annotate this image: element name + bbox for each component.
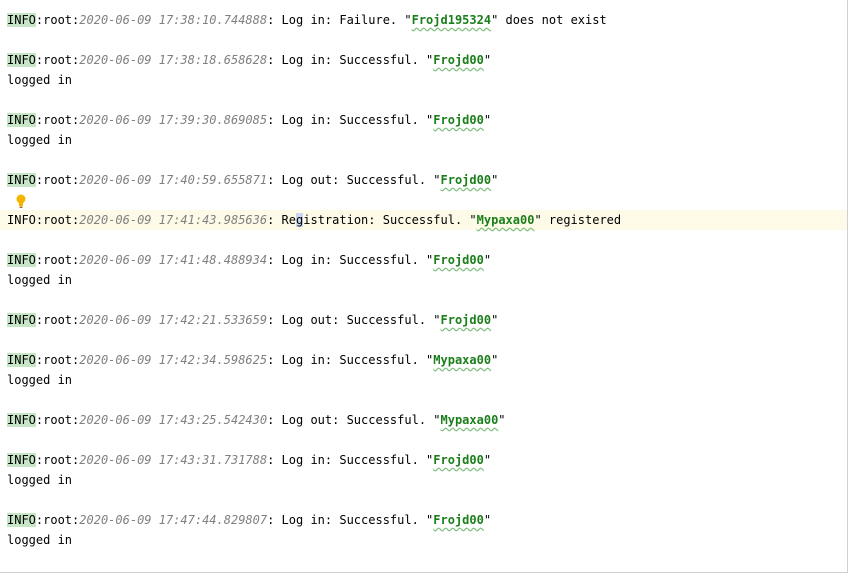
- extra-text: logged in: [7, 273, 73, 287]
- username: Frojd00: [433, 53, 484, 67]
- message-text: " does not exist: [491, 13, 607, 27]
- extra-text: logged in: [7, 373, 73, 387]
- username: Frojd00: [433, 253, 484, 267]
- log-line[interactable]: INFO:root:2020-06-09 17:43:25.542430: Lo…: [0, 410, 847, 430]
- message-text: : Log in: Successful. ": [267, 353, 434, 367]
- logger-name: :root:: [35, 453, 80, 467]
- extra-text: logged in: [7, 473, 73, 487]
- log-level: INFO: [7, 453, 36, 467]
- message-text: : Log in: Successful. ": [267, 453, 434, 467]
- extra-text: logged in: [7, 73, 73, 87]
- message-text: : Log in: Successful. ": [267, 513, 434, 527]
- timestamp: 2020-06-09 17:43:31.731788: [79, 453, 268, 467]
- timestamp: 2020-06-09 17:42:34.598625: [79, 353, 268, 367]
- log-line-continuation[interactable]: logged in: [0, 270, 847, 290]
- message-text: : Log out: Successful. ": [267, 413, 441, 427]
- log-level: INFO: [7, 213, 36, 227]
- timestamp: 2020-06-09 17:38:10.744888: [79, 13, 268, 27]
- timestamp: 2020-06-09 17:41:43.985636: [79, 213, 268, 227]
- message-text: : Re: [267, 213, 297, 227]
- log-level: INFO: [7, 353, 36, 367]
- log-line-continuation[interactable]: logged in: [0, 130, 847, 150]
- log-line[interactable]: INFO:root:2020-06-09 17:41:48.488934: Lo…: [0, 250, 847, 270]
- message-text: : Log out: Successful. ": [267, 313, 441, 327]
- log-level: INFO: [7, 113, 36, 127]
- log-line[interactable]: INFO:root:2020-06-09 17:42:34.598625: Lo…: [0, 350, 847, 370]
- message-text: ": [483, 53, 492, 67]
- message-text: ": [491, 353, 499, 367]
- message-text: : Log in: Successful. ": [267, 53, 434, 67]
- message-text: ": [498, 413, 506, 427]
- username: Frojd195324: [411, 13, 492, 27]
- log-line-continuation[interactable]: logged in: [0, 370, 847, 390]
- username: Mypaxa00: [433, 353, 492, 367]
- logger-name: :root:: [35, 413, 80, 427]
- log-level: INFO: [7, 413, 36, 427]
- timestamp: 2020-06-09 17:40:59.655871: [79, 173, 268, 187]
- username: Frojd00: [440, 173, 492, 187]
- timestamp: 2020-06-09 17:38:18.658628: [79, 53, 268, 67]
- message-text: ": [483, 453, 492, 467]
- log-line[interactable]: INFO:root:2020-06-09 17:39:30.869085: Lo…: [0, 110, 847, 130]
- message-text: : Log in: Successful. ": [267, 253, 434, 267]
- timestamp: 2020-06-09 17:41:48.488934: [79, 253, 268, 267]
- extra-text: logged in: [7, 133, 73, 147]
- logger-name: :root:: [35, 53, 80, 67]
- timestamp: 2020-06-09 17:43:25.542430: [79, 413, 268, 427]
- log-line[interactable]: INFO:root:2020-06-09 17:43:31.731788: Lo…: [0, 450, 847, 470]
- extra-text: logged in: [7, 533, 73, 547]
- message-text: " registered: [534, 213, 622, 227]
- log-level: INFO: [7, 313, 36, 327]
- logger-name: :root:: [35, 173, 80, 187]
- timestamp: 2020-06-09 17:42:21.533659: [79, 313, 268, 327]
- logger-name: :root:: [35, 353, 80, 367]
- timestamp: 2020-06-09 17:47:44.829807: [79, 513, 268, 527]
- log-line[interactable]: INFO:root:2020-06-09 17:47:44.829807: Lo…: [0, 510, 847, 530]
- username: Frojd00: [433, 513, 484, 527]
- log-level: INFO: [7, 53, 36, 67]
- message-text: ": [483, 253, 492, 267]
- username: Frojd00: [433, 113, 484, 127]
- log-line-continuation[interactable]: logged in: [0, 530, 847, 550]
- logger-name: :root:: [35, 313, 80, 327]
- username: Mypaxa00: [440, 413, 499, 427]
- username: Frojd00: [440, 313, 492, 327]
- logger-name: :root:: [35, 213, 80, 227]
- logger-name: :root:: [35, 513, 80, 527]
- logger-name: :root:: [35, 253, 80, 267]
- log-level: INFO: [7, 513, 36, 527]
- lightbulb-icon[interactable]: [13, 193, 29, 209]
- log-line-current[interactable]: INFO:root:2020-06-09 17:41:43.985636: Re…: [0, 210, 847, 230]
- timestamp: 2020-06-09 17:39:30.869085: [79, 113, 268, 127]
- log-level: INFO: [7, 253, 36, 267]
- message-text: ": [483, 113, 492, 127]
- message-text: ": [491, 313, 499, 327]
- username: Mypaxa00: [476, 213, 535, 227]
- log-line[interactable]: INFO:root:2020-06-09 17:38:18.658628: Lo…: [0, 50, 847, 70]
- log-editor[interactable]: INFO:root:2020-06-09 17:38:10.744888: Lo…: [0, 0, 848, 573]
- message-text: : Log out: Successful. ": [267, 173, 441, 187]
- logger-name: :root:: [35, 13, 80, 27]
- log-line[interactable]: INFO:root:2020-06-09 17:38:10.744888: Lo…: [0, 10, 847, 30]
- message-text: : Log in: Failure. ": [267, 13, 412, 27]
- message-text: istration: Successful. ": [303, 213, 477, 227]
- log-level: INFO: [7, 13, 36, 27]
- log-line[interactable]: INFO:root:2020-06-09 17:40:59.655871: Lo…: [0, 170, 847, 190]
- log-level: INFO: [7, 173, 36, 187]
- message-text: ": [483, 513, 492, 527]
- logger-name: :root:: [35, 113, 80, 127]
- username: Frojd00: [433, 453, 484, 467]
- message-text: ": [491, 173, 499, 187]
- log-line-continuation[interactable]: logged in: [0, 470, 847, 490]
- message-text: : Log in: Successful. ": [267, 113, 434, 127]
- log-line-continuation[interactable]: logged in: [0, 70, 847, 90]
- log-line[interactable]: INFO:root:2020-06-09 17:42:21.533659: Lo…: [0, 310, 847, 330]
